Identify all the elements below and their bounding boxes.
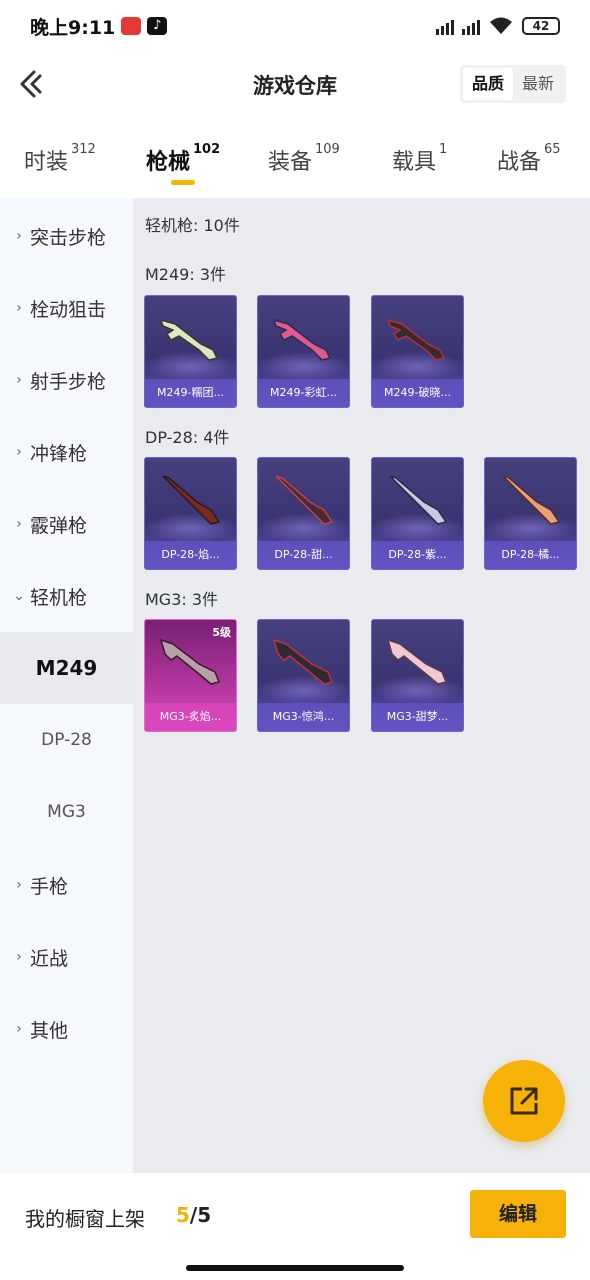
machine-gun-icon <box>275 475 334 525</box>
machine-gun-icon <box>159 318 219 361</box>
status-bar: 晚上9:11 ♪ 42 <box>0 0 590 52</box>
shelf-count: 5/5 <box>176 1203 212 1227</box>
item-name: DP-28-橘... <box>485 541 576 569</box>
tiktok-icon: ♪ <box>147 17 168 35</box>
machine-gun-icon <box>162 475 221 525</box>
tab-vehicles[interactable]: 载具1 <box>392 142 447 176</box>
chevron-right-icon: › <box>16 444 22 460</box>
notification-app-icon <box>121 17 142 35</box>
item-card[interactable]: DP-28-甜... <box>257 457 350 570</box>
item-name: M249-破晓... <box>372 379 463 407</box>
item-card[interactable]: M249-破晓... <box>371 295 464 408</box>
group-title-mg3: MG3: 3件 <box>145 590 219 609</box>
tab-equipment[interactable]: 装备109 <box>268 142 340 176</box>
sidebar-subitem-mg3[interactable]: MG3 <box>0 776 133 848</box>
item-grid-area: 轻机枪: 10件 M249: 3件 M249-糯团... M249-彩虹... … <box>133 198 590 1173</box>
chevron-right-icon: › <box>16 516 22 532</box>
sidebar-subitem-m249[interactable]: M249 <box>0 632 133 704</box>
item-name: MG3-甜梦... <box>372 703 463 731</box>
item-card[interactable]: DP-28-橘... <box>484 457 577 570</box>
bottom-bar: 我的橱窗上架 5/5 编辑 <box>0 1173 590 1280</box>
machine-gun-icon <box>386 318 446 361</box>
sidebar-item-assault-rifle[interactable]: › 突击步枪 <box>0 200 133 272</box>
sidebar: › 突击步枪 › 栓动狙击 › 射手步枪 › 冲锋枪 › 霰弹枪 ⌄ 轻机枪 M249 DP… <box>0 198 133 1173</box>
tab-combat-gear[interactable]: 战备65 <box>497 142 561 176</box>
sort-toggle: 品质 最新 <box>460 65 566 103</box>
machine-gun-icon <box>389 475 448 525</box>
machine-gun-icon <box>159 638 221 685</box>
sidebar-subitem-dp28[interactable]: DP-28 <box>0 704 133 776</box>
machine-gun-icon <box>386 638 448 685</box>
item-card[interactable]: DP-28-焰... <box>144 457 237 570</box>
item-card[interactable]: 5级 MG3-炙焰... <box>144 619 237 732</box>
tab-guns[interactable]: 枪械102 <box>146 142 220 176</box>
status-time: 晚上9:11 <box>30 16 116 39</box>
category-tabs: 时装312 枪械102 装备109 载具1 战备65 <box>0 128 590 198</box>
chevron-right-icon: › <box>16 1021 22 1037</box>
sidebar-item-melee[interactable]: › 近战 <box>0 921 133 993</box>
sidebar-item-lmg[interactable]: ⌄ 轻机枪 <box>0 560 133 632</box>
item-card[interactable]: MG3-甜梦... <box>371 619 464 732</box>
chevron-right-icon: › <box>16 300 22 316</box>
sidebar-item-bolt-sniper[interactable]: › 栓动狙击 <box>0 272 133 344</box>
item-name: MG3-惊鸿... <box>258 703 349 731</box>
item-name: DP-28-焰... <box>145 541 236 569</box>
machine-gun-icon <box>272 638 334 685</box>
group-title-dp28: DP-28: 4件 <box>145 428 230 447</box>
machine-gun-icon <box>272 318 332 361</box>
group-title-m249: M249: 3件 <box>145 265 227 284</box>
chevron-right-icon: › <box>16 372 22 388</box>
sidebar-item-marksman-rifle[interactable]: › 射手步枪 <box>0 344 133 416</box>
chevron-right-icon: › <box>16 228 22 244</box>
sidebar-item-shotgun[interactable]: › 霰弹枪 <box>0 488 133 560</box>
battery-icon: 42 <box>522 17 560 35</box>
shelf-label: 我的橱窗上架 <box>25 1207 145 1231</box>
share-button[interactable] <box>483 1060 565 1142</box>
item-name: M249-彩虹... <box>258 379 349 407</box>
sidebar-item-pistol[interactable]: › 手枪 <box>0 849 133 921</box>
category-summary: 轻机枪: 10件 <box>145 216 240 235</box>
item-name: MG3-炙焰... <box>145 703 236 731</box>
item-name: DP-28-紫... <box>372 541 463 569</box>
item-name: M249-糯团... <box>145 379 236 407</box>
sort-latest-button[interactable]: 最新 <box>513 68 563 100</box>
chevron-right-icon: › <box>16 877 22 893</box>
sidebar-item-smg[interactable]: › 冲锋枪 <box>0 416 133 488</box>
chevron-right-icon: › <box>16 949 22 965</box>
active-tab-indicator <box>171 180 195 185</box>
home-indicator[interactable] <box>186 1265 404 1271</box>
machine-gun-icon <box>502 475 561 525</box>
item-card[interactable]: M249-彩虹... <box>257 295 350 408</box>
share-icon <box>510 1087 538 1115</box>
item-card[interactable]: DP-28-紫... <box>371 457 464 570</box>
chevron-down-icon: ⌄ <box>13 588 25 604</box>
sort-quality-button[interactable]: 品质 <box>463 68 513 100</box>
signal-icon-2 <box>462 17 480 35</box>
tab-fashion[interactable]: 时装312 <box>24 142 96 176</box>
item-card[interactable]: M249-糯团... <box>144 295 237 408</box>
signal-icon <box>436 17 454 35</box>
header: 游戏仓库 品质 最新 <box>0 52 590 116</box>
edit-button[interactable]: 编辑 <box>470 1190 566 1238</box>
item-name: DP-28-甜... <box>258 541 349 569</box>
wifi-icon <box>490 17 512 34</box>
item-card[interactable]: MG3-惊鸿... <box>257 619 350 732</box>
sidebar-item-other[interactable]: › 其他 <box>0 993 133 1065</box>
